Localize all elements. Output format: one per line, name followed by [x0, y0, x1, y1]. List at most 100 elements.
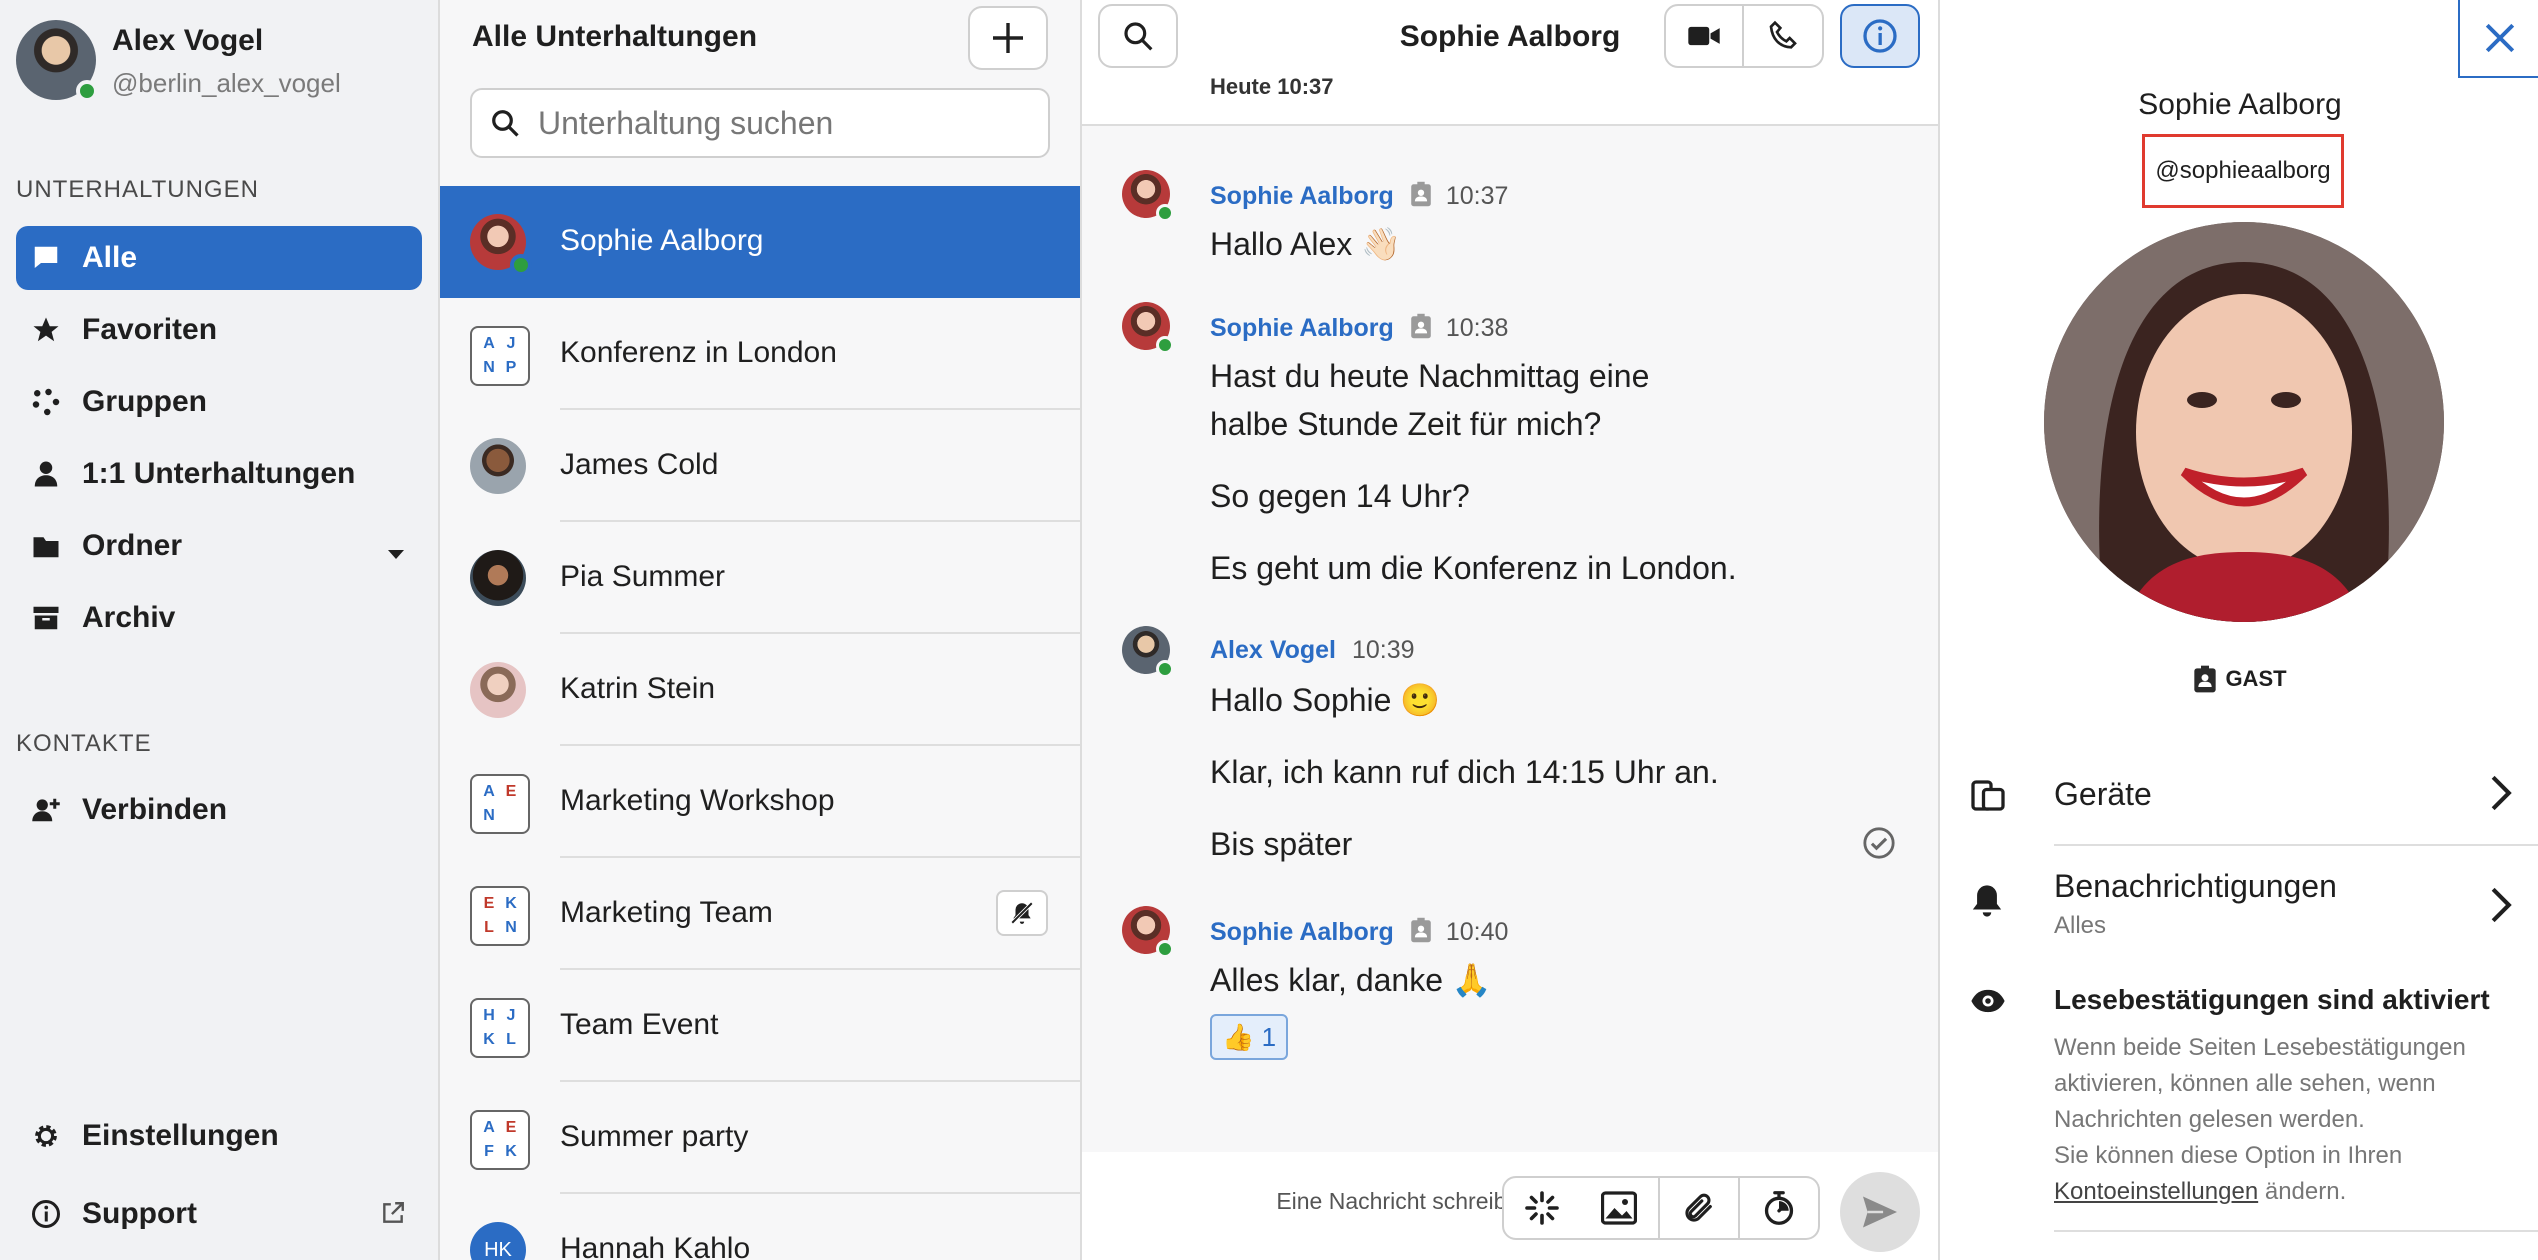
group-avatar: HJKL [470, 998, 530, 1058]
conversation-name: Marketing Workshop [560, 784, 835, 817]
sender-name[interactable]: Sophie Aalborg [1210, 918, 1394, 946]
notifications-value: Alles [2054, 912, 2107, 939]
user-handle: @berlin_alex_vogel [112, 68, 341, 98]
conversation-item-konferenz-in-london[interactable]: AJNP Konferenz in London [440, 298, 1080, 410]
sender-avatar[interactable] [1122, 170, 1174, 222]
conversation-item-katrin-stein[interactable]: Katrin Stein [440, 634, 1080, 746]
nav-item-folders[interactable]: Ordner [16, 514, 422, 578]
ping-button[interactable] [1502, 1176, 1582, 1240]
nav-item-support[interactable]: Support [16, 1182, 422, 1246]
date-label: Heute 10:37 [1210, 74, 1334, 99]
muted-button[interactable] [996, 890, 1048, 936]
message-input[interactable] [1122, 1188, 1532, 1215]
avatar [470, 662, 526, 718]
sender-name[interactable]: Sophie Aalborg [1210, 182, 1394, 210]
info-icon [30, 1198, 62, 1230]
guest-badge-icon [1411, 313, 1431, 339]
guest-badge: GAST [1940, 664, 2538, 694]
message-text: halbe Stunde Zeit für mich? [1210, 406, 1602, 442]
conversation-item-summer-party[interactable]: AEFK Summer party [440, 1082, 1080, 1194]
conversation-name: Hannah Kahlo [560, 1232, 751, 1260]
conversation-name: Katrin Stein [560, 672, 716, 705]
reaction-button[interactable]: 👍 1 [1210, 1014, 1289, 1060]
online-status-dot [510, 254, 532, 276]
gear-icon [30, 1120, 62, 1152]
guest-badge-icon [2194, 665, 2217, 693]
conversation-item-pia-summer[interactable]: Pia Summer [440, 522, 1080, 634]
add-person-icon [30, 794, 62, 826]
message-time: 10:37 [1445, 182, 1509, 210]
send-icon [1863, 1196, 1897, 1228]
read-receipts-description: Wenn beide Seiten Lesebestätigungen akti… [2054, 1034, 2466, 1205]
message-text: Hast du heute Nachmittag eine [1210, 358, 1650, 394]
video-camera-icon [1688, 26, 1720, 46]
close-icon [2485, 23, 2515, 53]
contacts-heading: KONTAKTE [16, 730, 152, 757]
reaction-count: 1 [1261, 1021, 1277, 1052]
eye-icon [1970, 986, 2006, 1021]
nav-item-one-on-one[interactable]: 1:1 Unterhaltungen [16, 442, 422, 506]
bell-icon [1970, 882, 2004, 925]
message-text: Es geht um die Konferenz in London. [1210, 550, 1737, 586]
conversation-name: Sophie Aalborg [560, 224, 764, 257]
nav-item-label: Gruppen [82, 385, 207, 418]
account-settings-link[interactable]: Kontoeinstellungen [2054, 1178, 2258, 1205]
devices-row[interactable]: Geräte [1940, 740, 2538, 846]
person-icon [30, 458, 62, 490]
chat-bubble-icon [30, 242, 62, 274]
new-conversation-button[interactable] [968, 6, 1048, 70]
initials-avatar: HK [470, 1222, 526, 1260]
chevron-right-icon [2490, 886, 2512, 929]
video-call-button[interactable] [1664, 4, 1744, 68]
conversation-name: James Cold [560, 448, 719, 481]
conversation-item-sophie-aalborg[interactable]: Sophie Aalborg [440, 186, 1080, 298]
conversation-name: Summer party [560, 1120, 749, 1153]
group-avatar: AEN [470, 774, 530, 834]
image-upload-button[interactable] [1580, 1176, 1660, 1240]
current-user[interactable]: Alex Vogel @berlin_alex_vogel [16, 20, 416, 102]
nav-item-groups[interactable]: Gruppen [16, 370, 422, 434]
conversation-name: Pia Summer [560, 560, 726, 593]
conversation-item-hannah-kahlo[interactable]: HK Hannah Kahlo [440, 1194, 1080, 1260]
nav-item-favorites[interactable]: Favoriten [16, 298, 422, 362]
phone-icon [1769, 20, 1797, 49]
nav-item-settings[interactable]: Einstellungen [16, 1104, 422, 1168]
read-receipts-title: Lesebestätigungen sind aktiviert [2054, 984, 2490, 1015]
sender-avatar[interactable] [1122, 906, 1174, 958]
conversation-item-marketing-team[interactable]: EKLN Marketing Team [440, 858, 1080, 970]
message-text: Alles klar, danke 🙏 [1210, 962, 1492, 998]
audio-call-button[interactable] [1744, 4, 1824, 68]
attach-file-button[interactable] [1660, 1176, 1740, 1240]
conversation-search[interactable] [470, 88, 1050, 158]
nav-item-connect[interactable]: Verbinden [16, 778, 422, 842]
conversation-item-team-event[interactable]: HJKL Team Event [440, 970, 1080, 1082]
notifications-row[interactable]: Benachrichtigungen Alles [1940, 846, 2538, 966]
timed-message-button[interactable] [1740, 1176, 1820, 1240]
send-button[interactable] [1840, 1172, 1920, 1252]
conversation-item-james-cold[interactable]: James Cold [440, 410, 1080, 522]
conversation-item-marketing-workshop[interactable]: AEN Marketing Workshop [440, 746, 1080, 858]
nav-item-archive[interactable]: Archiv [16, 586, 422, 650]
conversation-list-panel: Alle Unterhaltungen Sophie Aalborg AJNP … [440, 0, 1082, 1260]
group-avatar: AEFK [470, 1110, 530, 1170]
user-avatar[interactable] [16, 20, 98, 102]
avatar [470, 214, 532, 276]
external-link-icon [380, 1200, 406, 1234]
conversation-info-button[interactable] [1840, 4, 1920, 68]
sender-avatar[interactable] [1122, 626, 1174, 678]
guest-badge-icon [1411, 181, 1431, 207]
sender-avatar[interactable] [1122, 302, 1174, 354]
groups-icon [30, 386, 62, 418]
sender-name[interactable]: Sophie Aalborg [1210, 314, 1394, 342]
message-header: Sophie Aalborg 10:38 [1210, 312, 1508, 343]
close-details-button[interactable] [2458, 0, 2538, 78]
sender-name[interactable]: Alex Vogel [1210, 636, 1336, 664]
search-input[interactable] [538, 104, 1018, 142]
user-name: Alex Vogel [112, 24, 264, 57]
image-icon [1601, 1191, 1637, 1225]
nav-item-label: Einstellungen [82, 1119, 279, 1152]
chevron-down-icon[interactable] [386, 536, 406, 570]
nav-item-label: Ordner [82, 529, 183, 562]
message-time: 10:40 [1445, 918, 1509, 946]
nav-item-all[interactable]: Alle [16, 226, 422, 290]
